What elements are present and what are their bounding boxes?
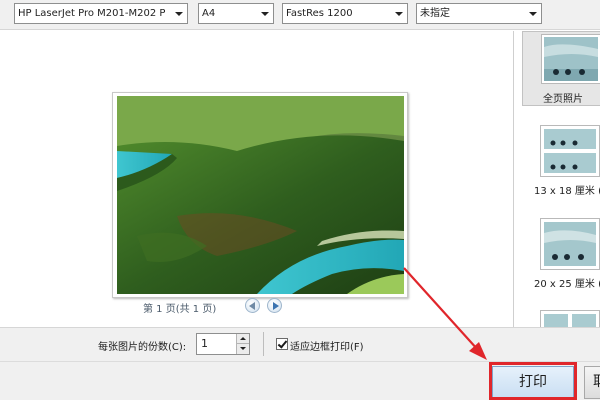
arrow-right-icon: [273, 302, 279, 310]
print-settings-toolbar: HP LaserJet Pro M201-M202 P A4 FastRes 1…: [0, 0, 600, 30]
chevron-down-icon: [529, 12, 537, 16]
copies-value: 1: [201, 337, 208, 350]
landscape-photo-image: [117, 96, 404, 294]
photo-thumbnail-image: [544, 314, 596, 327]
chevron-down-icon: [395, 12, 403, 16]
printer-select-value: HP LaserJet Pro M201-M202 P: [18, 8, 166, 19]
paper-type-select[interactable]: 未指定: [416, 3, 542, 24]
decrement-button[interactable]: [236, 344, 249, 354]
layout-item-20x25[interactable]: 20 x 25 厘米 (: [522, 216, 600, 290]
previous-page-button[interactable]: [245, 298, 260, 313]
print-options-bar: 每张图片的份数(C): 1 适应边框打印(F): [0, 327, 600, 361]
quality-value: FastRes 1200: [286, 8, 353, 19]
layout-item-13x18[interactable]: 13 x 18 厘米 (: [522, 123, 600, 197]
paper-size-select[interactable]: A4: [198, 3, 274, 24]
next-page-button[interactable]: [267, 298, 282, 313]
arrow-left-icon: [249, 302, 255, 310]
fit-to-frame-label: 适应边框打印(F): [290, 342, 364, 353]
chevron-down-icon: [261, 12, 269, 16]
fit-to-frame-checkbox[interactable]: [276, 338, 288, 350]
copies-stepper[interactable]: 1: [196, 333, 250, 355]
layout-label: 20 x 25 厘米 (: [534, 279, 600, 290]
chevron-down-icon: [175, 12, 183, 16]
layout-thumbnail: [540, 125, 600, 177]
preview-page: [112, 92, 408, 298]
dialog-button-bar: 打印 取: [0, 361, 600, 400]
divider: [263, 332, 264, 356]
page-navigator: 第 1 页(共 1 页): [0, 297, 512, 317]
layout-thumbnail: [540, 310, 600, 327]
print-button[interactable]: 打印: [492, 366, 574, 399]
photo-thumbnail-image: [544, 129, 596, 173]
photo-thumbnail-image: [544, 222, 596, 266]
print-preview: 第 1 页(共 1 页): [0, 31, 512, 327]
increment-button[interactable]: [236, 334, 249, 344]
quality-select[interactable]: FastRes 1200: [282, 3, 408, 24]
cancel-button[interactable]: 取: [584, 366, 600, 399]
layout-item-full-page[interactable]: 全页照片: [522, 31, 600, 106]
printer-select[interactable]: HP LaserJet Pro M201-M202 P: [14, 3, 188, 24]
paper-type-value: 未指定: [420, 8, 450, 19]
layout-thumbnail: [541, 34, 600, 84]
layout-label: 全页照片: [543, 94, 583, 105]
copies-label: 每张图片的份数(C):: [98, 342, 187, 353]
photo-thumbnail-image: [544, 37, 598, 81]
layout-label: 13 x 18 厘米 (: [534, 186, 600, 197]
layout-list: 全页照片 13 x 18 厘米 ( 20 x 25 厘米 (: [513, 31, 600, 327]
layout-item-more[interactable]: [522, 306, 600, 327]
preview-photo: [117, 96, 404, 294]
page-indicator: 第 1 页(共 1 页): [143, 304, 217, 315]
layout-thumbnail: [540, 218, 600, 270]
